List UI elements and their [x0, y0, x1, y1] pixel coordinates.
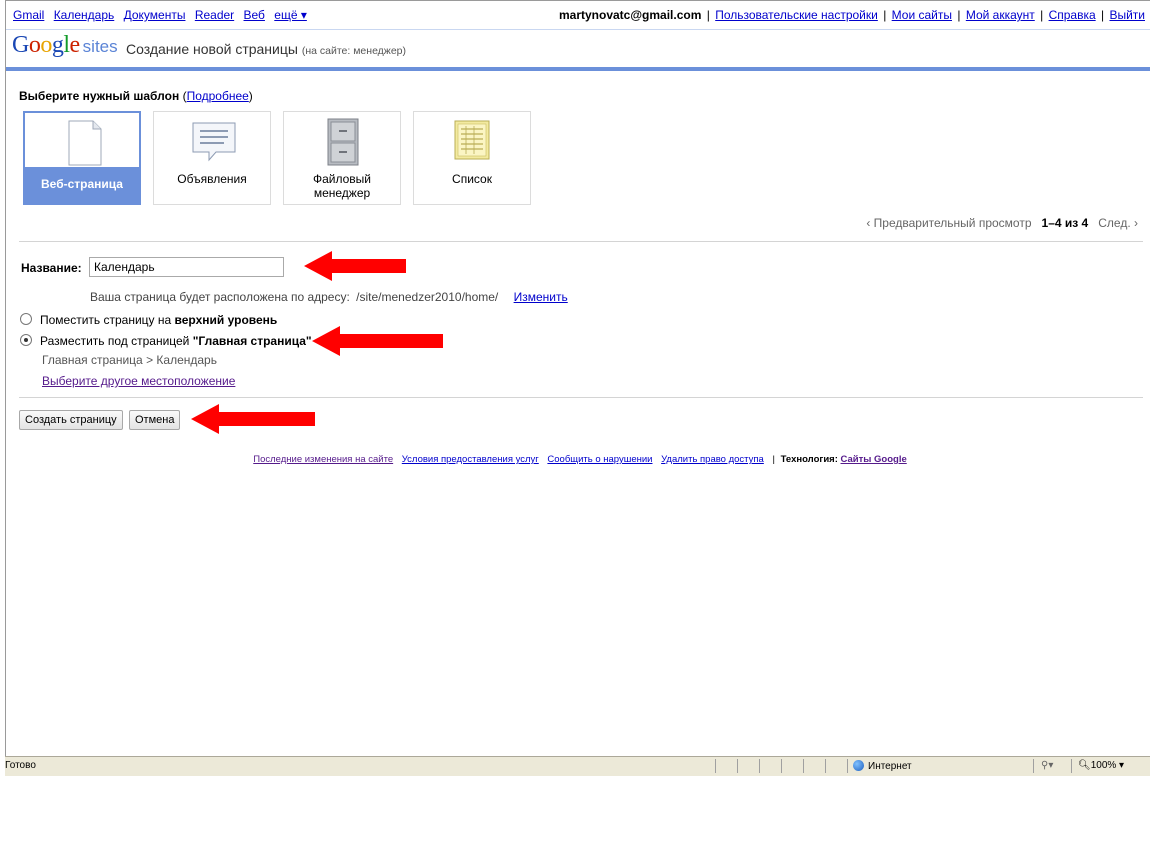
status-separator	[1071, 759, 1072, 773]
red-arrow-icon	[191, 404, 315, 434]
protected-mode-icon[interactable]: ⚲▾	[1041, 760, 1053, 771]
status-separator	[847, 759, 848, 773]
list-icon	[414, 118, 530, 168]
template-heading: Выберите нужный шаблон (Подробнее)	[19, 89, 253, 103]
footer-tech-label: Технология:	[780, 454, 838, 465]
status-separator	[737, 759, 738, 773]
pager-range: 1–4 из 4	[1041, 216, 1089, 230]
template-label: Список	[452, 172, 492, 186]
page-subtitle: (на сайте: менеджер)	[301, 45, 407, 57]
status-separator	[759, 759, 760, 773]
google-bar: Gmail Календарь Документы Reader Веб ещё…	[6, 1, 1150, 29]
change-url-link[interactable]: Изменить	[514, 290, 568, 304]
separator: |	[883, 8, 887, 22]
google-bar-right: martynovatc@gmail.com | Пользовательские…	[559, 8, 1145, 22]
top-level-radio[interactable]	[20, 313, 32, 325]
pager-next: След. ›	[1098, 216, 1138, 230]
template-file-manager[interactable]: Файловый менеджер	[283, 111, 401, 205]
more-menu[interactable]: ещё ▾	[274, 8, 307, 22]
file-cabinet-icon	[284, 118, 400, 168]
create-page-button[interactable]: Создать страницу	[19, 410, 123, 430]
security-zone[interactable]: Интернет	[853, 760, 912, 772]
choose-other-location-link[interactable]: Выберите другое местоположение	[42, 374, 235, 388]
browser-status-bar: Готово Интернет ⚲▾ 🔍︎100% ▾	[5, 756, 1150, 776]
zoom-icon: 🔍︎	[1078, 760, 1091, 771]
red-arrow-icon	[312, 326, 443, 356]
template-label: Файловый менеджер	[284, 172, 400, 200]
my-sites-link[interactable]: Мои сайты	[892, 8, 952, 22]
google-bar-left: Gmail Календарь Документы Reader Веб ещё…	[13, 8, 313, 22]
status-text: Готово	[5, 760, 36, 771]
footer-remove-access-link[interactable]: Удалить право доступа	[661, 454, 764, 465]
red-arrow-icon	[304, 251, 406, 281]
separator: |	[772, 454, 775, 465]
user-email: martynovatc@gmail.com	[558, 8, 702, 22]
template-label: Веб-страница	[25, 167, 139, 203]
location-breadcrumb: Главная страница > Календарь	[42, 353, 217, 367]
divider	[19, 397, 1143, 398]
sign-out-link[interactable]: Выйти	[1109, 8, 1145, 22]
page-url-info: Ваша страница будет расположена по адрес…	[90, 290, 568, 304]
my-account-link[interactable]: Мой аккаунт	[966, 8, 1035, 22]
option-under-text: Разместить под страницей	[40, 334, 193, 348]
help-link[interactable]: Справка	[1049, 8, 1096, 22]
template-label-line2: менеджер	[313, 186, 371, 200]
divider	[19, 241, 1143, 242]
template-heading-text: Выберите нужный шаблон	[19, 89, 180, 103]
separator: |	[1101, 8, 1105, 22]
template-list[interactable]: Список	[413, 111, 531, 205]
status-separator	[825, 759, 826, 773]
template-pager: ‹ Предварительный просмотр 1–4 из 4 След…	[866, 216, 1138, 230]
option-top-bold: верхний уровень	[174, 313, 278, 327]
announcement-icon	[154, 118, 270, 168]
page-header: Google sites Создание новой страницы (на …	[6, 29, 1150, 68]
zone-text: Интернет	[868, 761, 912, 772]
template-label-line1: Файловый	[312, 172, 371, 186]
option-under-bold: "Главная страница"	[192, 334, 312, 348]
page-title: Создание новой страницы (на сайте: менед…	[126, 41, 406, 57]
more-info-link[interactable]: Подробнее	[187, 89, 249, 103]
url-text: Ваша страница будет расположена по адрес…	[90, 290, 350, 304]
status-separator	[803, 759, 804, 773]
globe-icon	[853, 760, 864, 771]
page-footer: Последние изменения на сайте Условия пре…	[6, 454, 1150, 465]
documents-link[interactable]: Документы	[124, 8, 186, 22]
under-page-radio[interactable]	[20, 334, 32, 346]
browser-content: Gmail Календарь Документы Reader Веб ещё…	[5, 0, 1150, 775]
zoom-control[interactable]: 🔍︎100% ▾	[1078, 760, 1124, 771]
pager-prev: ‹ Предварительный просмотр	[866, 216, 1032, 230]
url-path: /site/menedzer2010/home/	[356, 290, 499, 304]
page-name-input[interactable]	[89, 257, 284, 277]
zoom-text: 100%	[1090, 760, 1117, 771]
option-under-page[interactable]: Разместить под страницей "Главная страни…	[20, 334, 312, 348]
page-icon	[25, 119, 139, 169]
header-divider	[6, 67, 1150, 71]
calendar-link[interactable]: Календарь	[54, 8, 115, 22]
gmail-link[interactable]: Gmail	[13, 8, 44, 22]
page-title-text: Создание новой страницы	[126, 41, 298, 57]
status-separator	[715, 759, 716, 773]
web-link[interactable]: Веб	[244, 8, 265, 22]
option-top-text: Поместить страницу на	[40, 313, 175, 327]
separator: |	[957, 8, 961, 22]
separator: |	[1040, 8, 1044, 22]
footer-terms-link[interactable]: Условия предоставления услуг	[402, 454, 539, 465]
separator: |	[706, 8, 710, 22]
user-settings-link[interactable]: Пользовательские настройки	[715, 8, 878, 22]
template-announcements[interactable]: Объявления	[153, 111, 271, 205]
reader-link[interactable]: Reader	[195, 8, 234, 22]
template-web-page[interactable]: Веб-страница	[23, 111, 141, 205]
logo-sites-text: sites	[82, 37, 118, 56]
name-label: Название:	[21, 261, 82, 275]
google-sites-logo[interactable]: Google sites	[12, 32, 118, 59]
footer-report-abuse-link[interactable]: Сообщить о нарушении	[547, 454, 652, 465]
status-separator	[781, 759, 782, 773]
template-label: Объявления	[177, 172, 247, 186]
footer-recent-changes-link[interactable]: Последние изменения на сайте	[253, 454, 393, 465]
option-top-level[interactable]: Поместить страницу на верхний уровень	[20, 313, 277, 327]
cancel-button[interactable]: Отмена	[129, 410, 181, 430]
footer-google-sites-link[interactable]: Сайты Google	[841, 454, 907, 465]
status-separator	[1033, 759, 1034, 773]
